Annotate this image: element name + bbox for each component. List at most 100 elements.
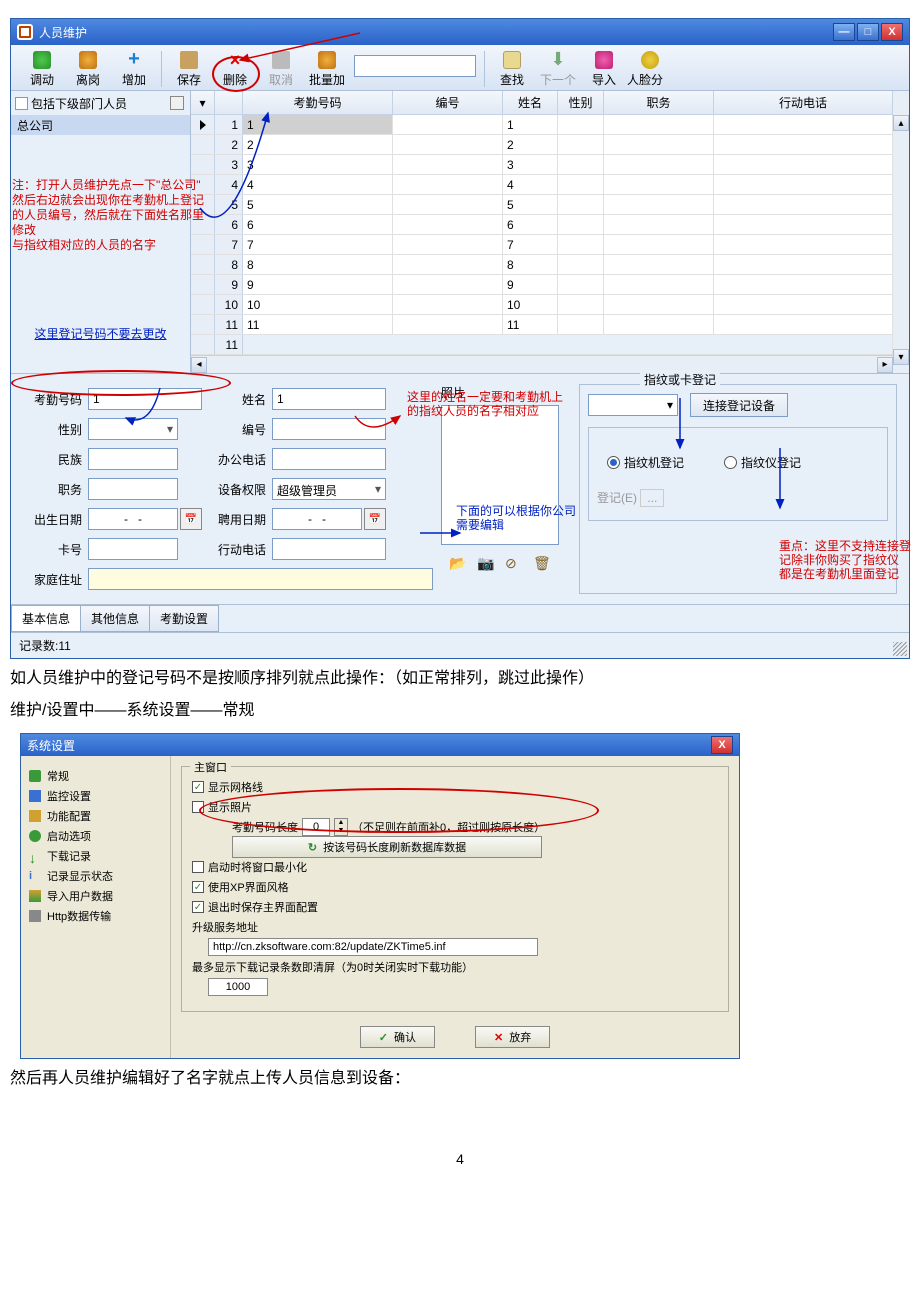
inp-name[interactable] [272,388,386,410]
inp-office[interactable] [272,448,386,470]
nav-import[interactable]: 导入用户数据 [29,886,162,906]
col-attnum[interactable]: 考勤号码 [243,91,393,115]
ok-button[interactable]: ✓确认 [360,1026,435,1048]
status-bar: 记录数:11 [11,632,909,658]
camera-icon[interactable]: 📷 [477,555,495,573]
titlebar: 人员维护 — □ X [11,19,909,45]
tree-icon[interactable] [170,96,184,110]
cancel-button-2[interactable]: ✕放弃 [475,1026,550,1048]
batch-button[interactable]: 批量加 [304,49,350,88]
maximize-button[interactable]: □ [857,23,879,41]
reg-device-select[interactable] [588,394,678,416]
tab-att[interactable]: 考勤设置 [149,605,219,632]
v-scrollbar[interactable]: ▴ ▾ [893,91,909,373]
transfer-button[interactable]: 调动 [19,49,65,88]
inp-attlen[interactable] [302,818,330,836]
chk-savelayout[interactable]: ✓ [192,901,204,913]
col-duty[interactable]: 职务 [604,91,714,115]
birth-calendar-icon[interactable]: 📅 [180,508,202,530]
sel-devperm[interactable]: 超级管理员 [272,478,386,500]
scroll-right-icon[interactable]: ▸ [877,357,893,373]
include-sub-checkbox[interactable] [15,97,28,110]
table-row[interactable]: 333 [191,155,893,175]
h-scrollbar[interactable]: ◂ ▸ [191,355,893,373]
inp-card[interactable] [88,538,178,560]
inp-mobile[interactable] [272,538,386,560]
connect-device-button[interactable]: 连接登记设备 [690,393,788,417]
inp-addr[interactable] [88,568,433,590]
attlen-spinner[interactable]: ▲▼ [334,818,348,836]
add-button[interactable]: +增加 [111,49,157,88]
sel-sex[interactable] [88,418,178,440]
search-input[interactable] [354,55,476,77]
nav-download[interactable]: ↓下载记录 [29,846,162,866]
nav-monitor[interactable]: 监控设置 [29,786,162,806]
radio-device[interactable]: 指纹仪登记 [724,454,801,471]
nav-status[interactable]: i记录显示状态 [29,866,162,886]
open-photo-icon[interactable]: 📂 [449,555,467,573]
leave-button[interactable]: 离岗 [65,49,111,88]
grid-header: ▾ 考勤号码 编号 姓名 性别 职务 行动电话 [191,91,893,115]
find-button[interactable]: 查找 [489,49,535,88]
inp-ethnic[interactable] [88,448,178,470]
nav-http-icon [29,910,41,922]
table-row[interactable]: 111 [191,115,893,135]
minimize-button[interactable]: — [833,23,855,41]
settings-close-button[interactable]: X [711,736,733,754]
window-title: 人员维护 [39,24,87,41]
lab-gridlines: 显示网格线 [208,779,263,795]
inp-duty[interactable] [88,478,178,500]
chk-gridlines[interactable]: ✓ [192,781,204,793]
tabs: 基本信息 其他信息 考勤设置 [11,604,909,632]
chk-xpstyle[interactable]: ✓ [192,881,204,893]
include-sub-label: 包括下级部门人员 [31,95,127,112]
chk-showphoto[interactable] [192,801,204,813]
delete-button[interactable]: ×删除 [212,49,258,88]
chk-minimize[interactable] [192,861,204,873]
import-button[interactable]: 导入 [581,49,627,88]
table-row[interactable]: 999 [191,275,893,295]
radio-machine[interactable]: 指纹机登记 [607,454,684,471]
table-row[interactable]: 555 [191,195,893,215]
save-button[interactable]: 保存 [166,49,212,88]
col-code[interactable]: 编号 [393,91,503,115]
tree-root[interactable]: 总公司 [11,115,190,135]
nav-general[interactable]: 常规 [29,766,162,786]
nav-http[interactable]: Http数据传输 [29,906,162,926]
inp-attnum[interactable] [88,388,202,410]
table-row[interactable]: 444 [191,175,893,195]
register-action: 登记(E) ... [597,489,879,506]
table-row[interactable]: 101010 [191,295,893,315]
table-row[interactable]: 888 [191,255,893,275]
table-row[interactable]: 777 [191,235,893,255]
nav-startup[interactable]: 启动选项 [29,826,162,846]
delete-icon: × [226,51,244,69]
grid-corner[interactable]: ▾ [191,91,215,115]
tab-basic[interactable]: 基本信息 [11,605,81,632]
inp-upgrade-url[interactable] [208,938,538,956]
col-sex[interactable]: 性别 [558,91,604,115]
col-name[interactable]: 姓名 [503,91,558,115]
inp-birth[interactable] [88,508,178,530]
scroll-up-icon[interactable]: ▴ [893,115,909,131]
lab-office: 办公电话 [178,451,272,468]
cancel-button[interactable]: 取消 [258,49,304,88]
hired-calendar-icon[interactable]: 📅 [364,508,386,530]
next-button[interactable]: ⬇下一个 [535,49,581,88]
scroll-left-icon[interactable]: ◂ [191,357,207,373]
inp-code[interactable] [272,418,386,440]
tab-other[interactable]: 其他信息 [80,605,150,632]
table-row[interactable]: 666 [191,215,893,235]
col-mobile[interactable]: 行动电话 [714,91,893,115]
delete-photo-icon[interactable]: 🗑 [533,555,551,573]
clear-photo-icon[interactable]: ⊘ [505,555,523,573]
inp-maxrec[interactable] [208,978,268,996]
refresh-db-button[interactable]: ↻按该号码长度刷新数据库数据 [232,836,542,858]
close-button[interactable]: X [881,23,903,41]
nav-func[interactable]: 功能配置 [29,806,162,826]
table-row[interactable]: 222 [191,135,893,155]
inp-hired[interactable] [272,508,362,530]
table-row[interactable]: 111111 [191,315,893,335]
resize-grip-icon[interactable] [893,642,907,656]
scroll-down-icon[interactable]: ▾ [893,349,909,365]
